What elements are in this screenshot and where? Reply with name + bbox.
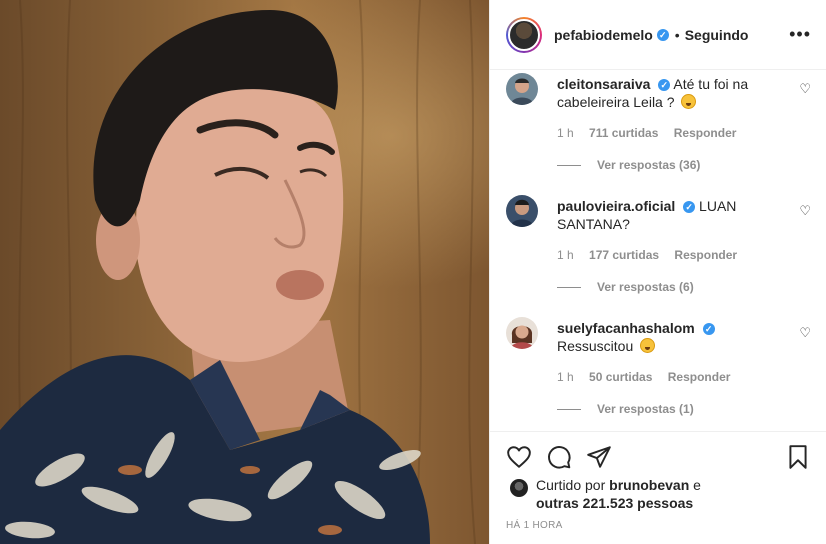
- post-timestamp[interactable]: HÁ 1 HORA: [506, 520, 563, 531]
- comment-meta: 1 h 50 curtidas Responder: [557, 370, 742, 384]
- view-replies-label: Ver respostas (6): [597, 280, 694, 294]
- comment-time: 1 h: [557, 248, 574, 262]
- comment-text-block: paulovieira.oficial ✓ LUAN SANTANA?: [557, 197, 787, 233]
- header-separator: •: [674, 26, 680, 43]
- post-photo[interactable]: [0, 0, 489, 544]
- author-avatar[interactable]: [506, 16, 542, 53]
- comment-likes-count[interactable]: 177 curtidas: [589, 248, 659, 262]
- comment-time: 1 h: [557, 126, 574, 140]
- commenter-avatar[interactable]: [506, 317, 538, 349]
- view-replies-button[interactable]: Ver respostas (6): [557, 280, 694, 294]
- view-replies-label: Ver respostas (1): [597, 402, 694, 416]
- verified-badge-icon: ✓: [702, 323, 715, 336]
- comment-text: Ressuscitou: [557, 338, 634, 354]
- reply-button[interactable]: Responder: [674, 126, 737, 140]
- verified-badge-icon: ✓: [683, 201, 696, 214]
- comment-username[interactable]: cleitonsaraiva: [557, 76, 650, 92]
- comments-list[interactable]: cleitonsaraiva ✓ Até tu foi na cabeleire…: [490, 71, 826, 431]
- verified-badge-icon: ✓: [658, 79, 671, 92]
- comment-username[interactable]: paulovieira.oficial: [557, 198, 675, 214]
- comment-like-heart-icon[interactable]: ♡: [799, 326, 811, 339]
- comment-like-heart-icon[interactable]: ♡: [799, 204, 811, 217]
- view-replies-button[interactable]: Ver respostas (1): [557, 402, 694, 416]
- view-replies-button[interactable]: Ver respostas (36): [557, 158, 700, 172]
- post-actions-section: Curtido por brunobevan e outras 221.523 …: [490, 431, 826, 544]
- replies-divider-line: [557, 164, 581, 166]
- comment-username[interactable]: suelyfacanhashalom: [557, 320, 695, 336]
- replies-divider-line: [557, 286, 581, 288]
- bookmark-icon[interactable]: [785, 444, 811, 470]
- commenter-avatar[interactable]: [506, 195, 538, 227]
- comment-likes-count[interactable]: 50 curtidas: [589, 370, 652, 384]
- paper-plane-icon[interactable]: [586, 444, 612, 470]
- view-replies-label: Ver respostas (36): [597, 158, 701, 172]
- comment-text-block: suelyfacanhashalom ✓ Ressuscitou: [557, 319, 787, 355]
- comment-meta: 1 h 177 curtidas Responder: [557, 248, 749, 262]
- post-side-panel: pefabiodemelo ✓ • Seguindo ••• cleitonsa…: [489, 0, 826, 544]
- commenter-avatar[interactable]: [506, 73, 538, 105]
- likes-summary-text: Curtido por brunobevan e outras 221.523 …: [536, 476, 806, 512]
- author-username[interactable]: pefabiodemelo: [554, 27, 653, 43]
- comment-like-heart-icon[interactable]: ♡: [799, 82, 811, 95]
- liker-username[interactable]: brunobevan: [609, 477, 689, 493]
- liker-avatar[interactable]: [510, 479, 528, 497]
- heart-icon[interactable]: [506, 444, 532, 470]
- post-header: pefabiodemelo ✓ • Seguindo •••: [490, 0, 826, 70]
- comment-likes-count[interactable]: 711 curtidas: [589, 126, 658, 140]
- replies-divider-line: [557, 408, 581, 410]
- liked-by-prefix: Curtido por: [536, 477, 606, 493]
- selfie-illustration: [0, 0, 476, 544]
- liked-by-conjunction: e: [693, 477, 701, 493]
- verified-badge-icon: ✓: [656, 28, 669, 41]
- astonished-face-emoji-icon: [681, 94, 697, 109]
- comment-bubble-icon[interactable]: [546, 444, 572, 470]
- more-options-icon[interactable]: •••: [789, 24, 811, 44]
- comment-meta: 1 h 711 curtidas Responder: [557, 126, 748, 140]
- following-button[interactable]: Seguindo: [685, 27, 749, 43]
- others-likes-count[interactable]: outras 221.523 pessoas: [536, 495, 693, 511]
- reply-button[interactable]: Responder: [674, 248, 737, 262]
- comment-time: 1 h: [557, 370, 574, 384]
- reply-button[interactable]: Responder: [668, 370, 731, 384]
- grinning-squinting-face-emoji-icon: [640, 338, 656, 353]
- comment-text-block: cleitonsaraiva ✓ Até tu foi na cabeleire…: [557, 75, 787, 111]
